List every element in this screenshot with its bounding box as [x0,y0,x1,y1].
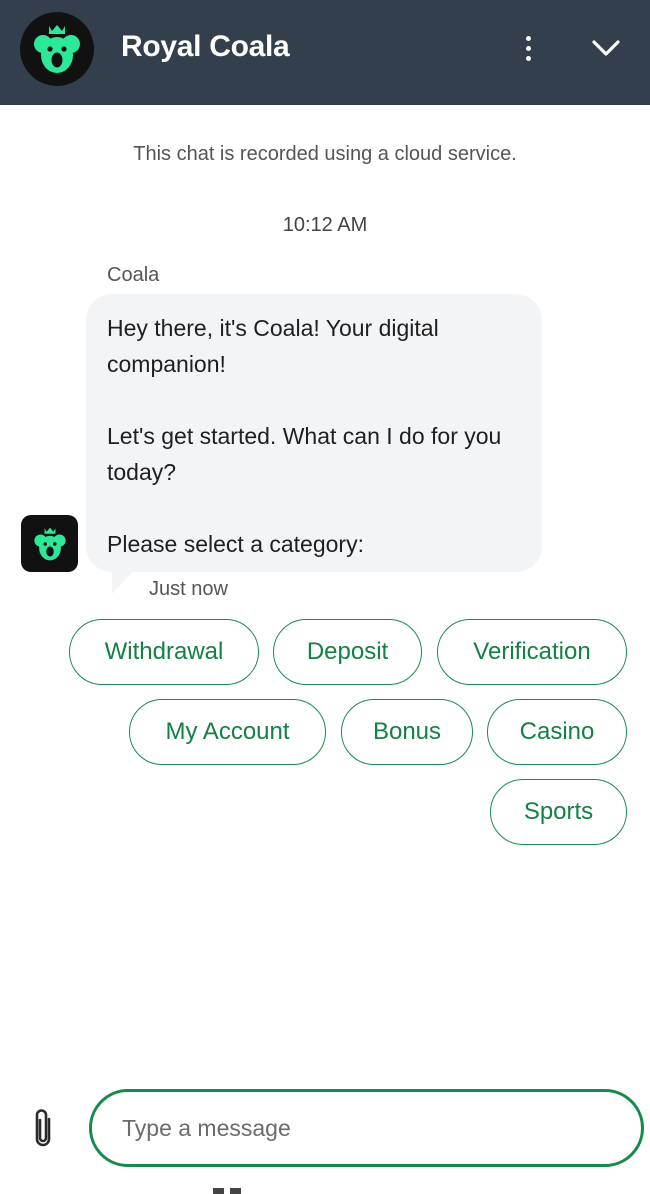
conversation-timestamp: 10:12 AM [282,214,368,236]
powered-by-mark [213,1188,241,1194]
message-instruction: Please select a category: [107,531,364,557]
recording-notice: This chat is recorded using a cloud serv… [133,143,517,165]
attach-file-button[interactable] [26,1104,60,1154]
message-greeting: Hey there, it's Coala! Your digital comp… [107,315,439,377]
chat-header: Royal Coala [0,0,650,105]
vertical-dots-icon [525,35,531,41]
category-my-account-button[interactable]: My Account [129,699,326,765]
message-prompt: Let's get started. What can I do for you… [107,423,502,485]
category-withdrawal-button[interactable]: Withdrawal [69,619,259,685]
category-bonus-button[interactable]: Bonus [341,699,473,765]
bot-avatar [21,515,78,572]
minimize-chat-button[interactable] [586,30,626,66]
bot-message-bubble: Hey there, it's Coala! Your digital comp… [86,294,542,572]
message-composer [89,1089,644,1167]
message-input[interactable] [122,1114,641,1142]
more-options-button[interactable] [510,28,546,68]
category-sports-button[interactable]: Sports [490,779,627,845]
category-verification-button[interactable]: Verification [437,619,627,685]
message-time: Just now [149,578,228,600]
paperclip-icon [35,1109,51,1147]
koala-logo-icon [20,12,94,86]
koala-avatar-icon [33,527,66,560]
chat-title: Royal Coala [121,30,290,63]
sender-name: Coala [107,264,160,286]
chevron-down-icon [592,40,620,56]
bubble-tail [112,572,132,594]
category-casino-button[interactable]: Casino [487,699,627,765]
category-deposit-button[interactable]: Deposit [273,619,422,685]
